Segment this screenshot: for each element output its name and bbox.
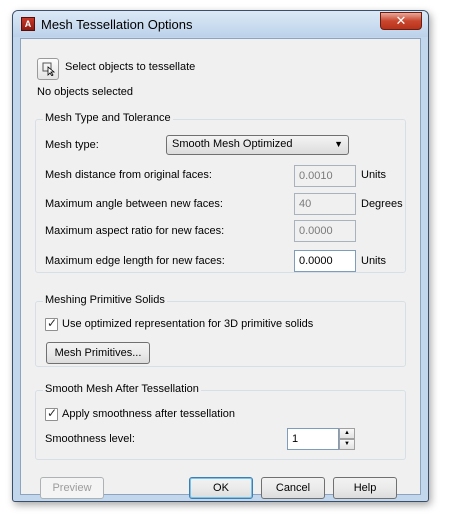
- autocad-app-icon: A: [21, 17, 35, 31]
- help-button[interactable]: Help: [333, 477, 397, 499]
- distance-unit: Units: [361, 169, 387, 181]
- mesh-type-selected-value: Smooth Mesh Optimized: [172, 138, 293, 150]
- cursor-pick-icon: [42, 62, 56, 76]
- primitive-solids-group-title: Meshing Primitive Solids: [43, 294, 167, 306]
- selection-status: No objects selected: [37, 86, 133, 98]
- mesh-type-group-title: Mesh Type and Tolerance: [43, 112, 173, 124]
- aspect-label: Maximum aspect ratio for new faces:: [45, 225, 225, 237]
- title-bar[interactable]: A Mesh Tessellation Options ✕: [13, 11, 428, 37]
- select-objects-label: Select objects to tessellate: [65, 61, 196, 73]
- smoothness-level-label: Smoothness level:: [45, 433, 135, 445]
- distance-field[interactable]: [294, 165, 356, 187]
- preview-button[interactable]: Preview: [40, 477, 104, 499]
- cancel-button[interactable]: Cancel: [261, 477, 325, 499]
- distance-label: Mesh distance from original faces:: [45, 169, 212, 181]
- mesh-type-label: Mesh type:: [45, 139, 99, 151]
- chevron-down-icon: ▼: [334, 139, 343, 149]
- apply-smoothness-checkbox[interactable]: ✓: [45, 406, 58, 421]
- smoothness-stepper[interactable]: ▲ ▼: [339, 428, 355, 450]
- angle-label: Maximum angle between new faces:: [45, 198, 223, 210]
- stepper-up-icon[interactable]: ▲: [339, 428, 355, 439]
- select-objects-button[interactable]: [37, 58, 59, 80]
- checkmark-icon: ✓: [47, 406, 58, 420]
- angle-unit: Degrees: [361, 198, 403, 210]
- apply-smoothness-label: Apply smoothness after tessellation: [62, 408, 236, 420]
- smoothness-level-field[interactable]: [287, 428, 339, 450]
- edge-unit: Units: [361, 255, 387, 267]
- optimized-representation-checkbox[interactable]: ✓: [45, 316, 58, 331]
- aspect-field[interactable]: [294, 220, 356, 242]
- smooth-mesh-group-title: Smooth Mesh After Tessellation: [43, 383, 201, 395]
- edge-label: Maximum edge length for new faces:: [45, 255, 225, 267]
- mesh-type-dropdown[interactable]: Smooth Mesh Optimized ▼: [166, 135, 349, 155]
- mesh-primitives-button[interactable]: Mesh Primitives...: [46, 342, 150, 364]
- window-title: Mesh Tessellation Options: [41, 17, 193, 32]
- edge-length-field[interactable]: [294, 250, 356, 272]
- stepper-down-icon[interactable]: ▼: [339, 439, 355, 450]
- close-button[interactable]: ✕: [380, 12, 422, 30]
- checkmark-icon: ✓: [47, 316, 58, 330]
- ok-button[interactable]: OK: [189, 477, 253, 499]
- angle-field[interactable]: [294, 193, 356, 215]
- dialog-client-area: Select objects to tessellate No objects …: [20, 38, 421, 499]
- optimized-representation-label: Use optimized representation for 3D prim…: [62, 318, 314, 330]
- mesh-tessellation-dialog: A Mesh Tessellation Options ✕ Select obj…: [12, 10, 429, 502]
